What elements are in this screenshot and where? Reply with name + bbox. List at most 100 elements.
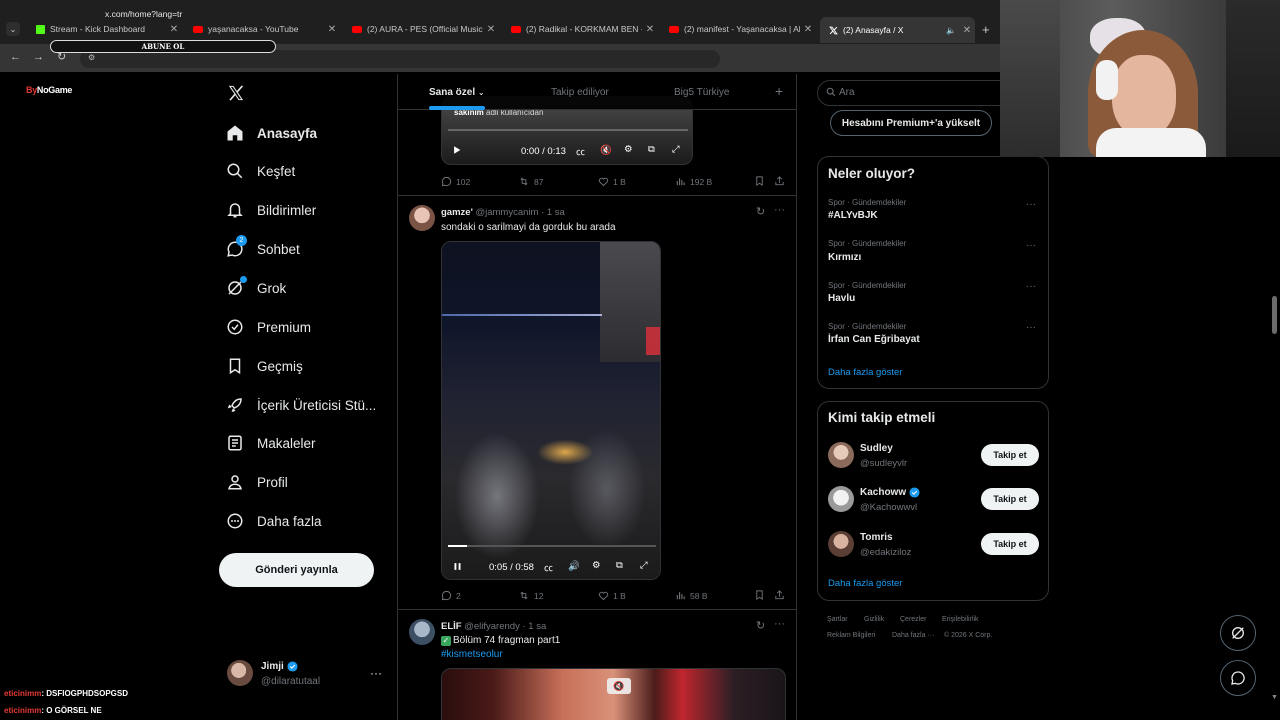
nav-item-bookmarks[interactable]: Geçmiş (226, 352, 303, 380)
follow-button[interactable]: Takip et (981, 444, 1039, 466)
page-scrollbar[interactable] (1272, 296, 1277, 334)
tab-following[interactable]: Takip ediliyor (551, 87, 609, 98)
nav-item-notifications[interactable]: Bildirimler (226, 196, 316, 224)
muted-icon[interactable]: 🔇 (600, 145, 612, 156)
nav-item-creator-studio[interactable]: İçerik Üreticisi Stü... (226, 391, 376, 419)
post-video[interactable]: 0:05 / 0:58 ㏄ 🔊 ⚙ ⧉ ⤢ (441, 241, 661, 580)
repost-button[interactable]: 87 (518, 176, 543, 187)
trend-item[interactable]: Kırmızı (828, 252, 861, 263)
views-button[interactable]: 192 B (675, 176, 712, 187)
post-time[interactable]: · 1 sa (541, 207, 565, 218)
add-tab-icon[interactable]: + (775, 83, 783, 99)
trends-show-more-link[interactable]: Daha fazla göster (828, 367, 902, 378)
post-author-name[interactable]: ELİF (441, 621, 462, 632)
nav-item-profile[interactable]: Profil (226, 468, 288, 496)
post-author-handle[interactable]: @elifyarendy (464, 621, 520, 632)
nav-item-home[interactable]: Anasayfa (226, 119, 317, 147)
browser-tab-youtube-1[interactable]: yaşanacaksa - YouTube ✕ (185, 18, 340, 40)
grok-explain-icon[interactable]: ↻ (756, 205, 765, 218)
scroll-down-arrow-icon[interactable]: ▼ (1271, 694, 1278, 701)
user-avatar[interactable] (828, 442, 854, 468)
trend-more-icon[interactable]: ··· (1026, 322, 1036, 333)
close-tab-icon[interactable]: ✕ (642, 24, 658, 35)
share-icon[interactable] (774, 175, 789, 187)
nav-item-more[interactable]: Daha fazla (226, 507, 322, 535)
trend-more-icon[interactable]: ··· (1026, 281, 1036, 292)
post-avatar[interactable] (409, 205, 435, 231)
share-icon[interactable] (774, 589, 789, 601)
captions-icon[interactable]: ㏄ (544, 561, 553, 574)
browser-tab-x[interactable]: (2) Anasayfa / X 🔈 ✕ (820, 17, 975, 43)
trend-item[interactable]: #ALYvBJK (828, 210, 878, 221)
user-name[interactable]: Kachoww (860, 487, 920, 498)
browser-tab-youtube-4[interactable]: (2) manifest - Yaşanacaksa | Alt ✕ (661, 18, 816, 40)
captions-icon[interactable]: ㏄ (576, 145, 585, 158)
browser-tab-youtube-3[interactable]: (2) Radikal - KORKMAM BEN - Y ✕ (503, 18, 658, 40)
tab-list-button[interactable]: ⌄ (6, 22, 20, 36)
trend-item[interactable]: İrfan Can Eğribayat (828, 334, 920, 345)
repost-button[interactable]: 12 (518, 590, 543, 601)
footer-link-ads-info[interactable]: Reklam Bilgileri (827, 632, 875, 639)
trend-more-icon[interactable]: ··· (1026, 199, 1036, 210)
user-avatar[interactable] (828, 531, 854, 557)
pip-icon[interactable]: ⧉ (648, 144, 655, 155)
user-avatar[interactable] (828, 486, 854, 512)
follow-button[interactable]: Takip et (981, 488, 1039, 510)
views-button[interactable]: 58 B (675, 590, 708, 601)
reply-button[interactable]: 2 (441, 590, 461, 601)
user-name[interactable]: Sudley (860, 443, 893, 454)
messages-fab-button[interactable] (1220, 660, 1256, 696)
close-tab-icon[interactable]: ✕ (483, 24, 499, 35)
forward-icon[interactable]: → (33, 51, 44, 63)
video-progress-track[interactable] (448, 545, 656, 547)
footer-link-privacy[interactable]: Gizlilik (864, 616, 884, 623)
trend-more-icon[interactable]: ··· (1026, 240, 1036, 251)
fullscreen-icon[interactable]: ⤢ (672, 144, 680, 155)
settings-icon[interactable]: ⚙ (624, 144, 633, 155)
play-icon[interactable] (452, 145, 462, 155)
close-tab-icon[interactable]: ✕ (324, 24, 340, 35)
post-button[interactable]: Gönderi yayınla (219, 553, 374, 587)
user-name[interactable]: Tomris (860, 532, 893, 543)
bookmark-post-icon[interactable] (754, 589, 769, 601)
post-author-name[interactable]: gamze' (441, 207, 473, 218)
upgrade-premium-button[interactable]: Hesabını Premium+'a yükselt (830, 110, 992, 136)
like-button[interactable]: 1 B (598, 590, 626, 601)
tab-for-you[interactable]: Sana özel ⌄ (429, 87, 485, 98)
account-avatar[interactable] (227, 660, 253, 686)
post-time[interactable]: · 1 sa (522, 621, 546, 632)
nav-item-premium[interactable]: Premium (226, 313, 311, 341)
trend-item[interactable]: Havlu (828, 293, 855, 304)
video-progress-bar[interactable] (448, 129, 688, 131)
close-tab-icon[interactable]: ✕ (800, 24, 816, 35)
x-logo-icon[interactable] (227, 84, 245, 102)
new-tab-button[interactable]: + (982, 22, 990, 37)
post-more-icon[interactable]: ··· (774, 204, 785, 216)
grok-fab-button[interactable] (1220, 615, 1256, 651)
browser-tab-kick[interactable]: Stream - Kick Dashboard ✕ (27, 18, 182, 40)
footer-link-cookies[interactable]: Çerezler (900, 616, 926, 623)
footer-link-accessibility[interactable]: Erişilebilirlik (942, 616, 979, 623)
volume-icon[interactable]: 🔊 (568, 561, 580, 572)
browser-tab-youtube-2[interactable]: (2) AURA - PES (Official Music V ✕ (344, 18, 499, 40)
pause-icon[interactable] (453, 562, 462, 571)
like-button[interactable]: 1 B (598, 176, 626, 187)
who-show-more-link[interactable]: Daha fazla göster (828, 578, 902, 589)
post-video[interactable]: 🔇 (441, 668, 786, 720)
footer-link-terms[interactable]: Şartlar (827, 616, 848, 623)
mute-tab-icon[interactable]: 🔈 (943, 26, 959, 35)
post-author-handle[interactable]: @jammycanim (475, 207, 538, 218)
nav-item-explore[interactable]: Keşfet (226, 157, 295, 185)
fullscreen-icon[interactable]: ⤢ (640, 560, 648, 571)
pip-icon[interactable]: ⧉ (616, 560, 623, 571)
close-tab-icon[interactable]: ✕ (166, 24, 182, 35)
tab-big5-turkiye[interactable]: Big5 Türkiye (674, 87, 729, 98)
reply-button[interactable]: 102 (441, 176, 470, 187)
back-icon[interactable]: ← (10, 51, 21, 63)
footer-link-more[interactable]: Daha fazla ··· (892, 632, 934, 639)
account-more-icon[interactable]: ··· (370, 666, 382, 680)
post-more-icon[interactable]: ··· (774, 618, 785, 630)
follow-button[interactable]: Takip et (981, 533, 1039, 555)
muted-indicator-icon[interactable]: 🔇 (607, 678, 631, 694)
post-hashtag[interactable]: #kismetseolur (441, 649, 503, 660)
